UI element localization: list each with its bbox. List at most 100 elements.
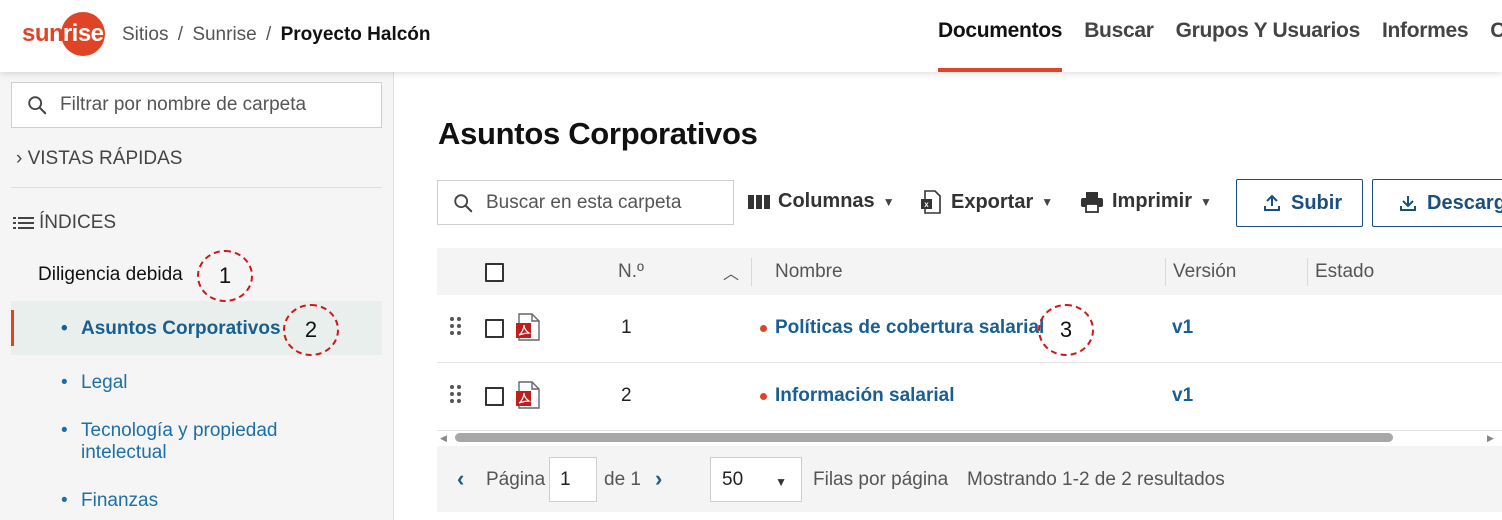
folder-tecnologia[interactable]: • Tecnología y propiedad intelectual xyxy=(61,420,291,464)
bullet-icon: • xyxy=(61,420,68,441)
printer-icon xyxy=(1081,191,1103,213)
list-icon xyxy=(13,217,34,229)
select-all-checkbox[interactable] xyxy=(485,263,504,282)
folder-label: Asuntos Corporativos xyxy=(81,318,281,339)
columns-button[interactable]: Columnas ▼ xyxy=(748,190,895,213)
download-button[interactable]: Descarg xyxy=(1372,179,1502,227)
header-version[interactable]: Versión xyxy=(1173,261,1236,283)
search-icon xyxy=(454,193,473,212)
logo-text-rise: rise xyxy=(61,12,106,56)
document-name: Información salarial xyxy=(775,385,955,406)
folder-finanzas[interactable]: • Finanzas xyxy=(61,490,158,512)
nav-documentos[interactable]: Documentos xyxy=(938,0,1062,72)
quick-views-toggle[interactable]: › VISTAS RÁPIDAS xyxy=(16,148,182,170)
cell-num: 1 xyxy=(621,317,632,338)
upload-label: Subir xyxy=(1291,191,1343,214)
selected-indicator xyxy=(11,310,14,346)
print-button[interactable]: Imprimir ▼ xyxy=(1080,190,1212,213)
nav-more[interactable]: C xyxy=(1490,0,1502,72)
page-label: Página xyxy=(486,469,546,490)
scroll-right-icon[interactable]: ▶ xyxy=(1487,433,1494,444)
table-header: N.º ︿ Nombre Versión Estado xyxy=(437,248,1502,295)
column-separator[interactable] xyxy=(1165,258,1166,286)
breadcrumb-sites[interactable]: Sitios xyxy=(122,24,168,45)
sort-ascending-icon[interactable]: ︿ xyxy=(723,260,739,284)
upload-button[interactable]: Subir xyxy=(1236,179,1363,227)
row-checkbox[interactable] xyxy=(485,387,504,406)
annotation-marker-1: 1 xyxy=(197,250,253,302)
version-link[interactable]: v1 xyxy=(1172,317,1193,339)
folder-label: Finanzas xyxy=(81,490,159,511)
bullet-icon: • xyxy=(61,490,68,511)
search-icon xyxy=(28,96,47,115)
folder-label: Tecnología y propiedad intelectual xyxy=(81,420,278,463)
prev-page-icon[interactable]: ‹ xyxy=(457,466,464,492)
app-header: sun rise Sitios / Sunrise / Proyecto Hal… xyxy=(0,0,1502,72)
columns-label: Columnas xyxy=(778,190,875,212)
header-name[interactable]: Nombre xyxy=(775,261,843,283)
page-number-input[interactable]: 1 xyxy=(549,457,597,502)
nav-grupos-usuarios[interactable]: Grupos Y Usuarios xyxy=(1176,0,1361,72)
document-link[interactable]: Políticas de cobertura salarial xyxy=(760,317,1044,339)
rows-per-page-label: Filas por página xyxy=(813,469,949,490)
header-num[interactable]: N.º xyxy=(618,261,644,283)
unread-dot-icon xyxy=(760,324,767,332)
top-navigation: Documentos Buscar Grupos Y Usuarios Info… xyxy=(938,0,1502,72)
chevron-right-icon: › xyxy=(16,148,23,169)
breadcrumb-current: Proyecto Halcón xyxy=(280,24,431,45)
folder-legal[interactable]: • Legal xyxy=(61,372,128,394)
sunrise-logo[interactable]: sun rise xyxy=(22,12,106,56)
rows-per-page-select[interactable]: 50 ▼ xyxy=(710,457,802,502)
folder-filter-input[interactable]: Filtrar por nombre de carpeta xyxy=(11,82,382,128)
page-title: Asuntos Corporativos xyxy=(438,116,758,151)
folder-diligencia-debida[interactable]: Diligencia debida xyxy=(38,264,183,286)
column-separator[interactable] xyxy=(1307,258,1308,286)
breadcrumb: Sitios / Sunrise / Proyecto Halcón xyxy=(122,24,431,46)
download-icon xyxy=(1400,196,1416,211)
indices-section[interactable]: ÍNDICES xyxy=(13,212,116,234)
pagination-bar: ‹ Página 1 de 1 › 50 ▼ Filas por página … xyxy=(437,446,1502,512)
svg-text:x: x xyxy=(924,200,929,209)
caret-down-icon: ▼ xyxy=(1200,194,1212,209)
folder-asuntos-corporativos[interactable]: • Asuntos Corporativos xyxy=(61,318,281,340)
divider xyxy=(11,187,382,188)
breadcrumb-sunrise[interactable]: Sunrise xyxy=(192,24,256,45)
breadcrumb-separator: / xyxy=(177,24,184,45)
nav-informes[interactable]: Informes xyxy=(1382,0,1469,72)
bullet-icon: • xyxy=(61,318,68,339)
annotation-marker-3: 3 xyxy=(1038,304,1094,356)
quick-views-label: VISTAS RÁPIDAS xyxy=(27,148,183,169)
next-page-icon[interactable]: › xyxy=(655,466,662,492)
caret-down-icon: ▼ xyxy=(775,475,787,489)
folder-search-input[interactable]: Buscar en esta carpeta xyxy=(437,180,734,225)
version-link[interactable]: v1 xyxy=(1172,385,1193,407)
logo-text-sun: sun xyxy=(22,20,64,47)
document-link[interactable]: Información salarial xyxy=(760,385,955,407)
export-button[interactable]: x Exportar ▼ xyxy=(920,190,1053,214)
table-row[interactable]: 2 Información salarial v1 xyxy=(437,363,1502,431)
column-separator[interactable] xyxy=(751,258,752,286)
rows-value: 50 xyxy=(722,469,744,490)
drag-handle-icon[interactable] xyxy=(449,316,463,336)
pdf-icon xyxy=(516,381,540,409)
drag-handle-icon[interactable] xyxy=(449,384,463,404)
bullet-icon: • xyxy=(61,372,68,393)
header-status[interactable]: Estado xyxy=(1315,261,1374,283)
row-checkbox[interactable] xyxy=(485,319,504,338)
download-label: Descarg xyxy=(1427,191,1502,214)
page-total: de 1 xyxy=(604,469,641,490)
scrollbar-thumb[interactable] xyxy=(455,433,1393,442)
print-label: Imprimir xyxy=(1112,190,1193,212)
caret-down-icon: ▼ xyxy=(1041,195,1054,209)
columns-icon xyxy=(748,194,770,209)
excel-export-icon: x xyxy=(921,190,941,214)
filter-placeholder: Filtrar por nombre de carpeta xyxy=(60,94,307,115)
folder-label: Legal xyxy=(81,372,128,393)
scroll-left-icon[interactable]: ◀ xyxy=(440,433,447,444)
annotation-marker-2: 2 xyxy=(283,304,339,356)
table-row[interactable]: 1 Políticas de cobertura salarial v1 xyxy=(437,295,1502,363)
results-summary: Mostrando 1-2 de 2 resultados xyxy=(967,469,1225,490)
horizontal-scrollbar[interactable]: ◀ ▶ xyxy=(437,430,1502,446)
nav-buscar[interactable]: Buscar xyxy=(1084,0,1154,72)
unread-dot-icon xyxy=(760,392,767,400)
